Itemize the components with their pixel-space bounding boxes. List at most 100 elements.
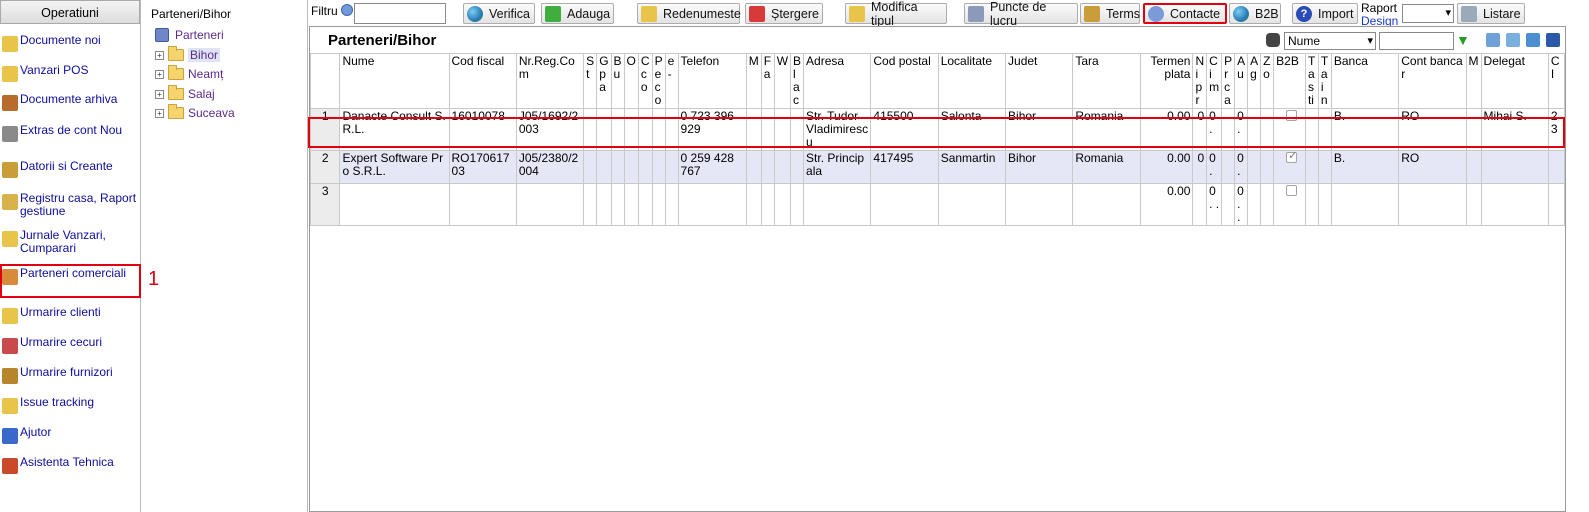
rename-button[interactable]: Redenumeste	[637, 3, 741, 24]
table-cell[interactable]	[1273, 183, 1306, 226]
tree-node-suceava[interactable]: + Suceava	[155, 104, 235, 120]
column-header[interactable]: Zo	[1260, 53, 1275, 109]
table-cell[interactable]: B.	[1330, 150, 1400, 184]
table-cell[interactable]: 23	[1547, 108, 1566, 151]
table-cell[interactable]: Expert Software Pro S.R.L.	[339, 150, 450, 184]
table-row[interactable]: 3 0.00 0 . . 0 . .	[309, 183, 1566, 226]
column-header[interactable]: Nr.Reg.Com	[515, 53, 585, 109]
table-cell[interactable]	[1273, 108, 1306, 151]
column-header[interactable]: Cod fiscal	[448, 53, 517, 109]
table-cell[interactable]: 0 . .	[1206, 183, 1223, 226]
filter-icon[interactable]: ▼	[1456, 33, 1470, 47]
table-cell[interactable]	[1304, 183, 1319, 226]
column-header[interactable]: Judet	[1005, 53, 1074, 109]
column-header[interactable]: Ci m	[1206, 53, 1223, 109]
table-cell[interactable]	[1317, 183, 1332, 226]
table-cell[interactable]	[1547, 183, 1566, 226]
row-number[interactable]: 3	[309, 183, 341, 226]
delete-button[interactable]: Ștergere	[745, 3, 823, 24]
save-icon[interactable]	[1546, 33, 1560, 47]
print-list-button[interactable]: Listare	[1457, 3, 1525, 24]
workpoints-button[interactable]: Puncte de lucru	[964, 0, 1078, 28]
table-cell[interactable]: Danacte Consult S.R.L.	[339, 108, 450, 151]
table-cell[interactable]: 0.00	[1139, 183, 1194, 226]
table-cell[interactable]: 0 .	[1234, 150, 1249, 184]
table-cell[interactable]: 0	[1192, 150, 1208, 184]
table-cell[interactable]	[1273, 150, 1306, 184]
table-cell[interactable]	[651, 183, 666, 226]
table-cell[interactable]	[1330, 183, 1400, 226]
table-cell[interactable]: RO170617 03	[448, 150, 517, 184]
column-header[interactable]: e-	[664, 53, 679, 109]
column-header[interactable]: Cont bancar	[1398, 53, 1467, 109]
ops-item[interactable]: Issue tracking	[0, 396, 141, 414]
table-cell[interactable]	[745, 108, 762, 151]
table-cell[interactable]	[1260, 150, 1275, 184]
table-cell[interactable]: J05/1692/2 003	[515, 108, 585, 151]
table-cell[interactable]	[637, 108, 653, 151]
copy-icon[interactable]	[1506, 33, 1520, 47]
table-cell[interactable]: 415500	[870, 108, 939, 151]
table-cell[interactable]: RO	[1398, 150, 1467, 184]
table-cell[interactable]: Salonta	[937, 108, 1007, 151]
b2b-button[interactable]: B2B	[1229, 3, 1281, 24]
table-cell[interactable]: 0 .	[1234, 108, 1249, 151]
column-header[interactable]: St	[583, 53, 598, 109]
table-cell[interactable]	[596, 108, 612, 151]
add-button[interactable]: Adauga	[541, 3, 614, 24]
ops-item[interactable]: Urmarire cecuri	[0, 336, 141, 354]
table-cell[interactable]	[1192, 183, 1208, 226]
table-cell[interactable]	[773, 108, 792, 151]
b2b-checkbox[interactable]	[1286, 185, 1298, 196]
table-cell[interactable]	[1005, 183, 1074, 226]
column-header[interactable]: Cod postal	[870, 53, 939, 109]
column-header[interactable]: Bu	[610, 53, 625, 109]
table-cell[interactable]	[651, 108, 666, 151]
table-cell[interactable]	[937, 183, 1007, 226]
table-cell[interactable]	[760, 183, 775, 226]
table-cell[interactable]	[790, 108, 805, 151]
table-cell[interactable]	[1465, 183, 1482, 226]
ops-item[interactable]: Jurnale Vanzari, Cumparari	[0, 229, 141, 255]
table-cell[interactable]	[1247, 108, 1262, 151]
grid-search-input[interactable]	[1379, 32, 1454, 50]
table-cell[interactable]: 0.00	[1139, 150, 1194, 184]
column-header[interactable]: C co	[637, 53, 653, 109]
row-number[interactable]: 1	[309, 108, 341, 151]
table-row[interactable]: 1 Danacte Consult S.R.L. 16010078 J05/1692/…	[309, 108, 1566, 151]
table-cell[interactable]	[515, 183, 585, 226]
table-cell[interactable]: Sanmartin	[937, 150, 1007, 184]
expand-icon[interactable]: +	[155, 108, 164, 118]
tree-root-parteneri[interactable]: Parteneri	[155, 28, 224, 42]
table-cell[interactable]: 417495	[870, 150, 939, 184]
ops-item[interactable]: Documente arhiva	[0, 93, 141, 111]
table-cell[interactable]: 0	[1192, 108, 1208, 151]
report-select[interactable]: ▾	[1402, 4, 1454, 23]
table-cell[interactable]	[870, 183, 939, 226]
table-cell[interactable]	[1317, 108, 1332, 151]
table-row[interactable]: 2 Expert Software Pro S.R.L. RO170617 03 J0…	[309, 150, 1566, 184]
table-cell[interactable]: 0 723 396 929	[677, 108, 747, 151]
table-cell[interactable]: Romania	[1072, 108, 1141, 151]
column-header[interactable]: CI	[1547, 53, 1566, 109]
ops-item[interactable]: Datorii si Creante	[0, 160, 141, 178]
ops-item[interactable]: Urmarire furnizori	[0, 366, 141, 384]
table-cell[interactable]: 0 .	[1206, 108, 1223, 151]
table-cell[interactable]	[623, 183, 639, 226]
table-cell[interactable]	[583, 150, 598, 184]
column-header[interactable]: Bl ac	[790, 53, 805, 109]
table-cell[interactable]	[623, 150, 639, 184]
table-cell[interactable]: 16010078	[448, 108, 517, 151]
table-cell[interactable]: J05/2380/2 004	[515, 150, 585, 184]
table-cell[interactable]	[637, 150, 653, 184]
column-header[interactable]: M	[1465, 53, 1482, 109]
verify-button[interactable]: Verifica	[463, 3, 535, 24]
column-header[interactable]: Ta in	[1317, 53, 1332, 109]
column-header[interactable]: Nume	[339, 53, 450, 109]
table-cell[interactable]	[773, 150, 792, 184]
table-cell[interactable]	[1221, 150, 1236, 184]
columns-icon[interactable]	[1486, 33, 1500, 47]
column-header[interactable]: Banca	[1330, 53, 1400, 109]
column-header[interactable]: Adresa	[803, 53, 872, 109]
table-cell[interactable]	[773, 183, 792, 226]
